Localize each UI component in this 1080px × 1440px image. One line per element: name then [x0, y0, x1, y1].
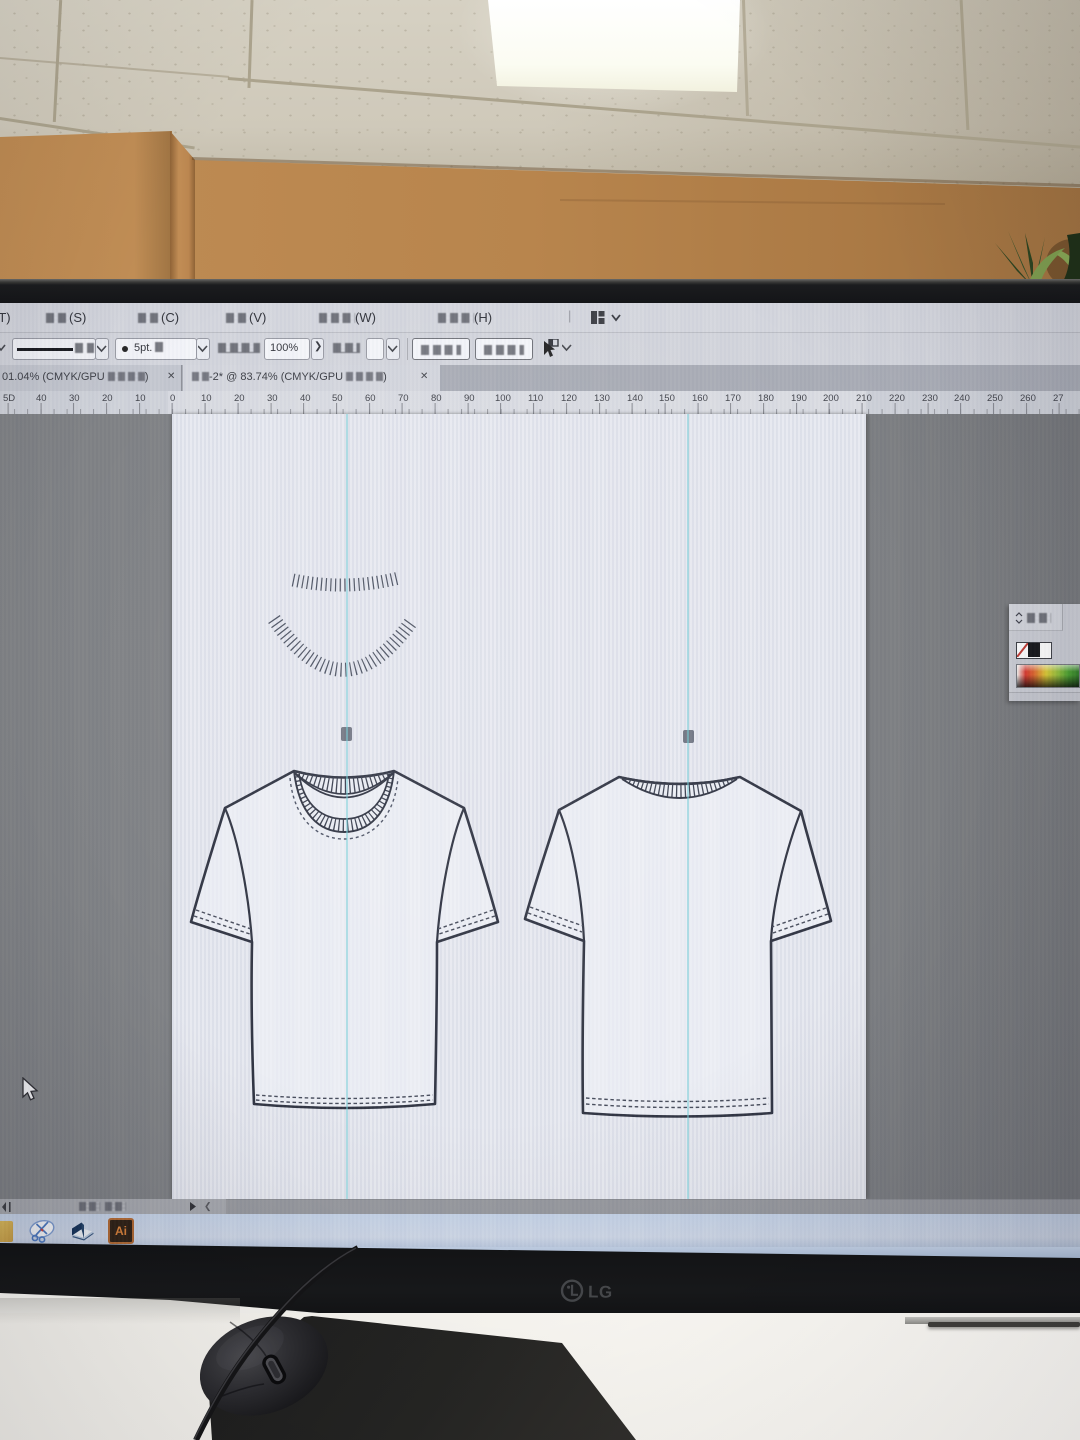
- svg-text:LG: LG: [588, 1282, 613, 1301]
